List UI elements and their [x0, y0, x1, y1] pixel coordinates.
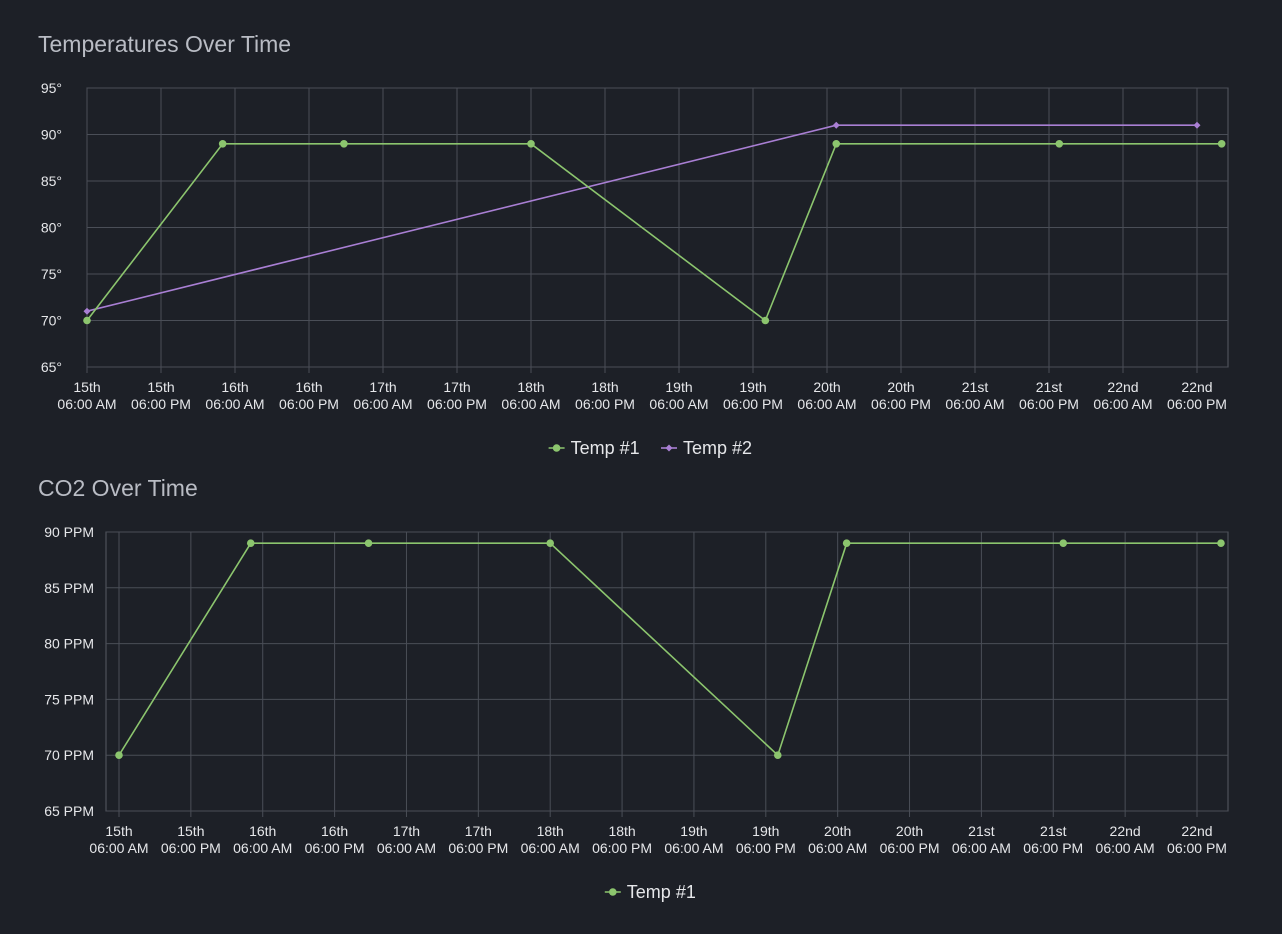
data-point[interactable] [218, 140, 227, 148]
x-tick-label: 16th 06:00 AM [233, 823, 292, 856]
y-tick-label: 75 PPM [44, 691, 94, 707]
series-line-temp-2 [86, 124, 1197, 312]
data-point[interactable] [1217, 140, 1226, 148]
x-tick-label: 16th 06:00 AM [205, 379, 264, 412]
x-tick-label: 18th 06:00 PM [592, 823, 652, 856]
data-point[interactable] [364, 539, 373, 547]
x-tick-label: 22nd 06:00 AM [1093, 379, 1152, 412]
data-point[interactable] [1193, 121, 1201, 129]
chart-title: CO2 Over Time [38, 475, 198, 501]
legend-marker [609, 888, 617, 896]
x-tick-label: 21st 06:00 PM [1019, 379, 1079, 412]
legend-marker [665, 444, 673, 452]
y-tick-label: 70 PPM [44, 747, 94, 763]
data-point[interactable] [246, 539, 255, 547]
data-point[interactable] [832, 121, 840, 129]
x-tick-label: 19th 06:00 PM [723, 379, 783, 412]
legend-item[interactable]: Temp #1 [604, 882, 696, 902]
plot-area [105, 531, 1229, 812]
data-point[interactable] [832, 140, 841, 148]
x-tick-label: 20th 06:00 AM [808, 823, 867, 856]
x-tick-label: 18th 06:00 AM [521, 823, 580, 856]
data-point[interactable] [1217, 539, 1225, 547]
data-point[interactable] [1059, 539, 1068, 547]
x-tick-label: 16th 06:00 PM [305, 823, 365, 856]
data-point[interactable] [1055, 140, 1064, 148]
x-tick-label: 15th 06:00 PM [131, 379, 191, 412]
data-point[interactable] [115, 751, 123, 759]
x-tick-label: 16th 06:00 PM [279, 379, 339, 412]
x-tick-label: 15th 06:00 AM [89, 823, 148, 856]
y-tick-label: 70° [41, 313, 62, 329]
data-point[interactable] [83, 316, 91, 325]
legend-label: Temp #1 [571, 438, 640, 458]
y-tick-label: 90° [41, 127, 62, 143]
x-tick-label: 22nd 06:00 PM [1167, 379, 1227, 412]
series-line-temp-1 [118, 542, 1221, 757]
temperature-chart: 65° 70° 75° 80° 85° 90° 95° 15th 06:00 AM 15th 06:… [41, 80, 1229, 458]
data-point[interactable] [842, 539, 851, 547]
y-tick-label: 80° [41, 220, 62, 236]
data-point[interactable] [773, 751, 782, 759]
x-tick-label: 21st 06:00 PM [1023, 823, 1083, 856]
legend-item[interactable]: Temp #2 [661, 438, 752, 458]
data-point[interactable] [761, 316, 770, 325]
y-tick-label: 85° [41, 173, 62, 189]
y-tick-label: 85 PPM [44, 580, 94, 596]
x-tick-label: 22nd 06:00 PM [1167, 823, 1227, 856]
y-tick-label: 90 PPM [44, 524, 94, 540]
y-tick-label: 95° [41, 80, 62, 96]
legend-marker [552, 444, 561, 452]
chart-title: Temperatures Over Time [38, 31, 292, 57]
y-tick-label: 80 PPM [44, 636, 94, 652]
y-tick-label: 65° [41, 359, 62, 375]
x-tick-label: 20th 06:00 PM [880, 823, 940, 856]
x-tick-label: 18th 06:00 AM [501, 379, 560, 412]
x-tick-label: 22nd 06:00 AM [1096, 823, 1155, 856]
data-point[interactable] [83, 307, 91, 315]
legend-label: Temp #1 [627, 882, 696, 902]
x-tick-label: 17th 06:00 PM [427, 379, 487, 412]
x-tick-label: 19th 06:00 AM [664, 823, 723, 856]
x-tick-label: 15th 06:00 PM [161, 823, 221, 856]
y-tick-label: 65 PPM [44, 803, 94, 819]
data-point[interactable] [527, 140, 535, 148]
x-tick-label: 15th 06:00 AM [57, 379, 116, 412]
x-tick-label: 17th 06:00 AM [377, 823, 436, 856]
co2-chart: 65 PPM 70 PPM 75 PPM 80 PPM 85 PPM 90 PPM 15th… [44, 524, 1229, 902]
legend-item[interactable]: Temp #1 [548, 438, 640, 458]
y-tick-label: 75° [41, 266, 62, 282]
x-tick-label: 19th 06:00 PM [736, 823, 796, 856]
x-tick-label: 21st 06:00 AM [945, 379, 1004, 412]
x-tick-label: 20th 06:00 AM [797, 379, 856, 412]
x-tick-label: 21st 06:00 AM [952, 823, 1011, 856]
x-tick-label: 19th 06:00 AM [649, 379, 708, 412]
legend-label: Temp #2 [683, 438, 752, 458]
data-point[interactable] [340, 140, 348, 148]
x-tick-label: 20th 06:00 PM [871, 379, 931, 412]
data-point[interactable] [546, 539, 554, 547]
x-tick-label: 17th 06:00 PM [448, 823, 508, 856]
x-tick-label: 17th 06:00 AM [353, 379, 412, 412]
x-tick-label: 18th 06:00 PM [575, 379, 635, 412]
